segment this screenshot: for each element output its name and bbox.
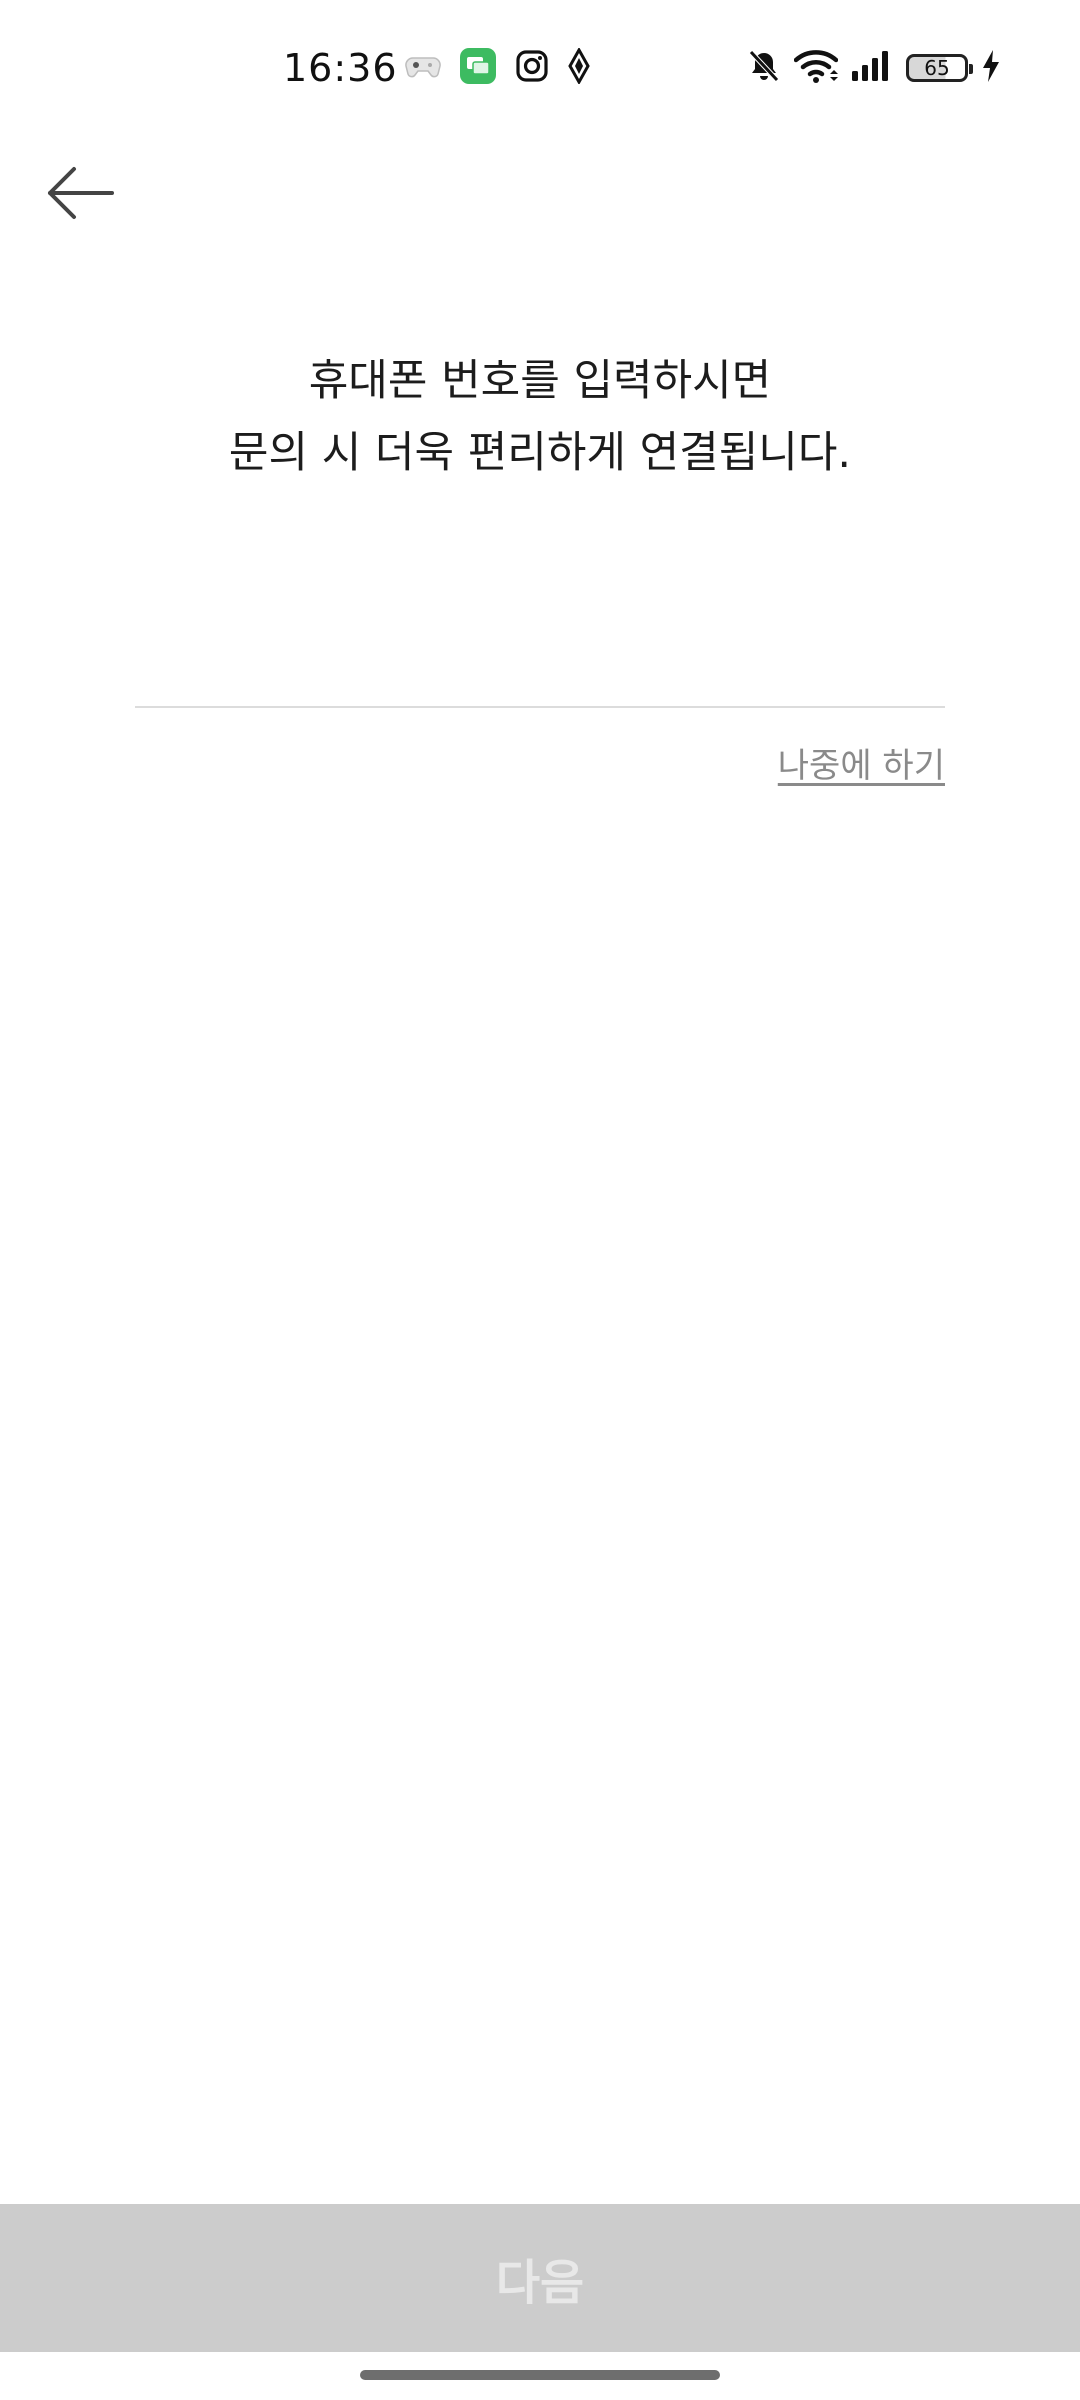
status-time: 16:36 (283, 46, 398, 90)
gamepad-icon (405, 52, 441, 84)
battery-level: 65 (924, 56, 950, 80)
phone-number-input[interactable] (135, 630, 945, 708)
status-bar: 16:36 65 (0, 0, 1080, 130)
notification-icons (405, 46, 591, 89)
later-link[interactable]: 나중에 하기 (778, 740, 945, 792)
battery-icon: 65 (906, 54, 973, 82)
system-icons: 65 (746, 46, 1002, 90)
mute-bell-icon (746, 48, 782, 88)
arrow-left-icon (44, 165, 116, 225)
signal-icon (850, 49, 894, 87)
chat-app-icon (459, 47, 497, 89)
charging-icon (980, 48, 1002, 88)
wifi-icon (793, 48, 839, 88)
next-button[interactable]: 다음 (0, 2204, 1080, 2352)
page-headline: 휴대폰 번호를 입력하시면 문의 시 더욱 편리하게 연결됩니다. (0, 345, 1080, 489)
back-button[interactable] (30, 150, 130, 240)
home-indicator[interactable] (360, 2370, 720, 2380)
headline-line-2: 문의 시 더욱 편리하게 연결됩니다. (228, 428, 852, 478)
headline-line-1: 휴대폰 번호를 입력하시면 (308, 356, 772, 406)
instagram-icon (515, 49, 549, 87)
navigation-icon (567, 46, 591, 88)
